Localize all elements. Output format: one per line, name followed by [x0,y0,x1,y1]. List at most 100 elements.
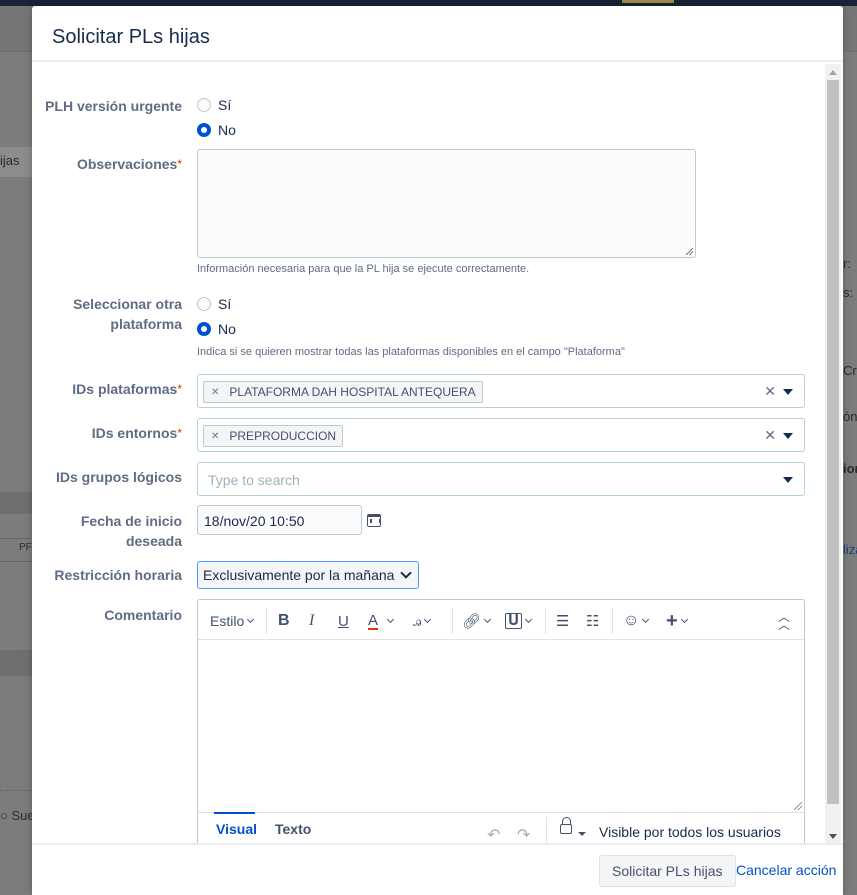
field-label: Seleccionar otra plataforma [73,296,182,332]
radio-unchecked-icon[interactable] [197,97,211,112]
tab-texto[interactable]: Texto [275,821,311,837]
tag-label: PLATAFORMA DAH HOSPITAL ANTEQUERA [229,385,476,399]
field-label: IDs plataformas* [72,381,182,397]
required-marker: * [177,382,182,396]
insert-link-button[interactable]: 🔗︎ [462,611,492,631]
scroll-down-arrow-icon[interactable] [829,834,837,839]
attachment-icon: 𝐔 [505,613,523,629]
chevron-down-icon [386,615,395,624]
plus-icon: + [666,609,678,632]
observaciones-textarea[interactable] [197,149,696,258]
bold-button[interactable]: B [278,611,290,631]
resize-handle-icon[interactable] [794,802,802,810]
chevron-down-icon [642,615,650,624]
selected-tag: ✕ PLATAFORMA DAH HOSPITAL ANTEQUERA [203,381,483,403]
chevron-down-icon [525,615,533,624]
resize-handle-icon[interactable] [686,248,693,255]
remove-tag-icon[interactable]: ✕ [211,387,219,398]
bullet-list-button[interactable]: ☰ [556,611,569,631]
background-text: ion [843,461,857,476]
background-text: r: [843,256,851,271]
chevron-down-icon [400,567,413,579]
text-color-button[interactable]: A [368,611,395,631]
submit-button[interactable]: Solicitar PLs hijas [599,855,736,887]
more-formatting-button[interactable]: ꭿ [413,611,432,631]
field-label: Comentario [104,607,182,623]
undo-icon[interactable]: ↶ [487,825,500,843]
radio-unchecked-icon[interactable] [197,296,211,311]
text-style-dropdown[interactable]: Estilo [210,611,255,631]
collapse-toolbar-button[interactable]: ︿ ︿ [778,611,790,631]
radio-checked-icon[interactable] [197,122,211,137]
tag-label: PREPRODUCCION [229,429,337,443]
dialog-scrollbar[interactable] [825,64,841,843]
search-placeholder: Type to search [208,472,300,488]
background-text: ○ Sue [0,808,35,823]
emoji-button[interactable]: ☺ [623,611,650,631]
visibility-label: Visible por todos los usuarios [599,824,781,840]
dialog-title: Solicitar PLs hijas [52,26,210,48]
required-marker: * [177,157,182,171]
redo-icon[interactable]: ↷ [517,825,530,843]
dropdown-caret-icon[interactable] [783,389,793,395]
insert-more-button[interactable]: + [666,609,688,632]
background-table-header [0,492,32,514]
cancel-link[interactable]: Cancelar acción [736,862,836,878]
dropdown-caret-icon[interactable] [783,477,793,483]
field-help-text: Información necesaria para que la PL hij… [197,263,530,275]
required-marker: * [177,426,182,440]
underline-button[interactable]: U [338,611,349,631]
dropdown-caret-icon[interactable] [783,433,793,439]
field-label: Fecha de inicio deseada [80,513,182,549]
chevron-double-up-icon: ︿ ︿ [778,610,791,632]
tab-visual[interactable]: Visual [214,812,257,837]
scroll-up-arrow-icon[interactable] [829,70,837,75]
fecha-inicio-input[interactable]: 18/nov/20 10:50 [197,505,362,535]
select-value: Exclusivamente por la mañana [203,567,395,583]
urgent-radio-no[interactable]: No [197,117,236,142]
other-platform-radio-no[interactable]: No [197,316,625,341]
background-text: Cre [843,363,857,378]
numbered-list-icon: ☷ [586,613,600,630]
other-platform-radio-si[interactable]: Sí [197,291,625,316]
background-text: ijas [0,153,20,168]
clear-selection-icon[interactable]: ✕ [764,427,776,444]
background-text: PF [19,542,32,553]
remove-tag-icon[interactable]: ✕ [211,431,219,442]
background-text: liza [843,542,857,557]
ids-entornos-multiselect[interactable]: ✕ PREPRODUCCION ✕ [197,418,805,452]
radio-label: Sí [218,295,232,312]
italic-button[interactable]: I [309,611,314,631]
field-label: Restricción horaria [54,567,182,583]
radio-label: No [218,121,236,138]
background-table-header [0,650,32,676]
background-text: ón [843,409,857,424]
emoji-icon: ☺ [623,612,640,629]
dialog-footer: Solicitar PLs hijas Cancelar acción [32,843,843,895]
caret-down-icon[interactable] [578,832,586,836]
field-label: PLH versión urgente [45,98,182,114]
chevron-down-icon [247,615,255,624]
calendar-icon[interactable] [367,514,381,527]
ids-plataformas-multiselect[interactable]: ✕ PLATAFORMA DAH HOSPITAL ANTEQUERA ✕ [197,374,805,408]
editor-toolbar: Estilo B I U A ꭿ � [198,600,804,640]
radio-label: No [218,320,236,337]
dialog-header: Solicitar PLs hijas [32,6,843,62]
other-platform-radio-group: Sí No Indica si se quieren mostrar todas… [197,291,625,358]
clear-selection-icon[interactable]: ✕ [764,383,776,400]
selected-tag: ✕ PREPRODUCCION [203,425,344,447]
numbered-list-button[interactable]: ☷ [586,611,599,631]
radio-checked-icon[interactable] [197,321,211,336]
urgent-radio-si[interactable]: Sí [197,92,236,117]
field-label: IDs grupos lógicos [55,469,182,485]
request-child-pls-dialog: Solicitar PLs hijas PLH versión urgente … [32,6,843,895]
unlock-icon[interactable] [560,817,572,834]
comment-rich-text-editor: Estilo B I U A ꭿ � [197,599,805,843]
ids-grupos-search-select[interactable]: Type to search [197,462,805,496]
background-text: s: [843,285,854,300]
scroll-thumb[interactable] [827,80,839,804]
attachment-button[interactable]: 𝐔 [505,611,533,631]
comment-editor-area[interactable] [198,640,804,812]
restriccion-horaria-select[interactable]: Exclusivamente por la mañana [197,561,420,589]
field-label: Observaciones* [76,156,182,172]
